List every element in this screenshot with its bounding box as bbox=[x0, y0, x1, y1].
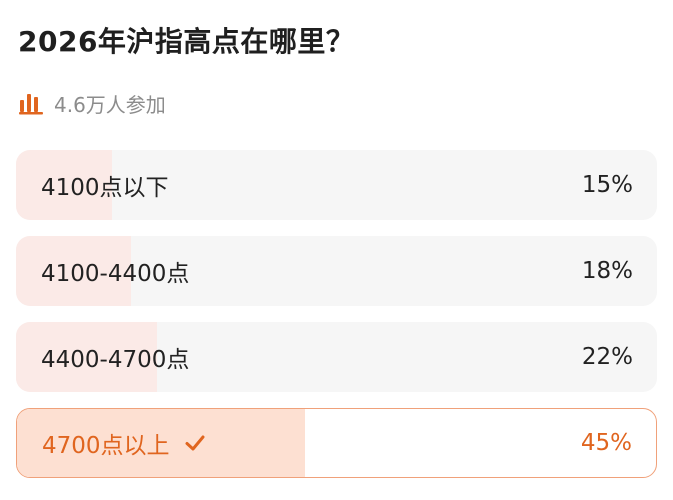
poll-title: 2026年沪指高点在哪里？ bbox=[18, 25, 355, 58]
poll-option-selected[interactable]: 4700点以上 45% bbox=[16, 408, 657, 478]
poll-option[interactable]: 4400-4700点 22% bbox=[16, 322, 657, 392]
option-percent: 22% bbox=[581, 344, 633, 370]
participants-text: 4.6万人参加 bbox=[54, 92, 166, 117]
poll-option[interactable]: 4100点以下 15% bbox=[16, 150, 657, 220]
option-label: 4400-4700点 bbox=[41, 347, 190, 373]
option-label: 4100点以下 bbox=[41, 175, 169, 201]
bar-chart-icon bbox=[19, 94, 43, 115]
poll-option[interactable]: 4100-4400点 18% bbox=[16, 236, 657, 306]
check-icon bbox=[185, 435, 205, 451]
option-label: 4100-4400点 bbox=[41, 261, 190, 287]
option-percent: 15% bbox=[581, 172, 633, 198]
participants-count: 4.6万人参加 bbox=[18, 89, 166, 117]
option-percent: 45% bbox=[580, 430, 632, 456]
option-label: 4700点以上 bbox=[42, 409, 206, 477]
option-percent: 18% bbox=[581, 258, 633, 284]
option-label-text: 4700点以上 bbox=[42, 433, 170, 459]
